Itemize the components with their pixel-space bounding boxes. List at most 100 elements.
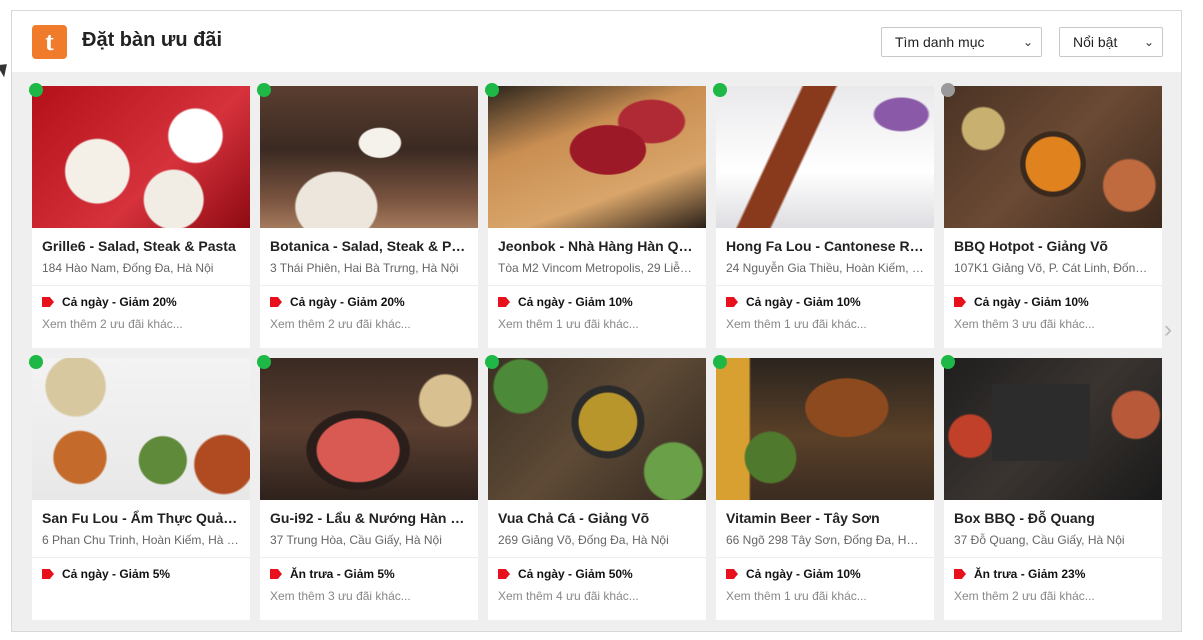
restaurant-photo[interactable] [488,86,706,228]
restaurant-card[interactable]: San Fu Lou - Ẩm Thực Quảng Đông 6 Phan C… [29,355,250,620]
restaurant-card[interactable]: Botanica - Salad, Steak & Pasta 3 Thái P… [257,83,478,348]
restaurant-name[interactable]: Hong Fa Lou - Cantonese Restaurant [726,238,924,254]
deal-row[interactable]: Cả ngày - Giảm 10% [498,295,696,309]
restaurant-name[interactable]: San Fu Lou - Ẩm Thực Quảng Đông [42,510,240,526]
tag-icon [42,297,54,307]
restaurant-name[interactable]: Box BBQ - Đỗ Quang [954,510,1152,526]
restaurant-name[interactable]: Botanica - Salad, Steak & Pasta [270,238,468,254]
restaurant-address: 269 Giảng Võ, Đống Đa, Hà Nội [498,533,669,547]
deal-row[interactable]: Cả ngày - Giảm 20% [270,295,468,309]
restaurant-photo[interactable] [32,86,250,228]
restaurant-photo[interactable] [260,86,478,228]
deal-row[interactable]: Cả ngày - Giảm 20% [42,295,240,309]
deal-row[interactable]: Cả ngày - Giảm 50% [498,567,696,581]
section-header: t Đặt bàn ưu đãi Tìm danh mục ⌄ Nổi bật … [12,11,1181,72]
tag-icon [726,297,738,307]
restaurant-photo[interactable] [32,358,250,500]
restaurant-card[interactable]: Gu-i92 - Lẩu & Nướng Hàn Quốc 37 Trung H… [257,355,478,620]
restaurant-address: 107K1 Giảng Võ, P. Cát Linh, Đống Đa [954,261,1152,275]
restaurant-card[interactable]: Vua Chả Cá - Giảng Võ 269 Giảng Võ, Đống… [485,355,706,620]
open-status-dot [485,355,499,369]
sort-select[interactable]: Nổi bật ⌄ [1059,27,1163,57]
restaurant-address: 6 Phan Chu Trinh, Hoàn Kiếm, Hà Nội [42,533,240,547]
restaurant-name[interactable]: Grille6 - Salad, Steak & Pasta [42,238,240,254]
open-status-dot [941,355,955,369]
restaurant-address: 3 Thái Phiên, Hai Bà Trưng, Hà Nội [270,261,459,275]
more-deals-link[interactable]: Xem thêm 4 ưu đãi khác... [498,589,696,603]
restaurant-card[interactable]: Box BBQ - Đỗ Quang 37 Đỗ Quang, Cầu Giấy… [941,355,1162,620]
restaurant-address: 37 Đỗ Quang, Cầu Giấy, Hà Nội [954,533,1125,547]
open-status-dot [713,355,727,369]
deal-text: Cả ngày - Giảm 10% [746,295,861,309]
open-status-dot [485,83,499,97]
sort-select-value: Nổi bật [1073,34,1118,50]
closed-status-dot [941,83,955,97]
restaurant-photo[interactable] [716,86,934,228]
restaurant-address: 184 Hào Nam, Đống Đa, Hà Nội [42,261,214,275]
tag-icon [270,297,282,307]
deal-text: Ăn trưa - Giảm 23% [974,567,1086,581]
chevron-down-icon: ⌄ [1022,35,1033,49]
more-deals-link[interactable]: Xem thêm 2 ưu đãi khác... [42,317,240,331]
section-title: Đặt bàn ưu đãi [82,29,223,51]
open-status-dot [713,83,727,97]
deal-row[interactable]: Cả ngày - Giảm 10% [954,295,1152,309]
restaurant-name[interactable]: Jeonbok - Nhà Hàng Hàn Quốc [498,238,696,254]
restaurant-address: Tòa M2 Vincom Metropolis, 29 Liễu Giai [498,261,696,275]
deal-text: Cả ngày - Giảm 10% [974,295,1089,309]
restaurant-photo[interactable] [716,358,934,500]
tag-icon [42,569,54,579]
restaurant-name[interactable]: Vua Chả Cá - Giảng Võ [498,510,696,526]
deal-text: Cả ngày - Giảm 20% [290,295,405,309]
restaurant-card[interactable]: Grille6 - Salad, Steak & Pasta 184 Hào N… [29,83,250,348]
restaurant-name[interactable]: Vitamin Beer - Tây Sơn [726,510,924,526]
tag-icon [726,569,738,579]
tag-icon [954,569,966,579]
more-deals-link[interactable]: Xem thêm 1 ưu đãi khác... [498,317,696,331]
brand-logo[interactable]: t [32,25,67,59]
deal-text: Cả ngày - Giảm 10% [518,295,633,309]
open-status-dot [257,355,271,369]
restaurant-photo[interactable] [260,358,478,500]
category-select-value: Tìm danh mục [895,34,985,50]
deal-row[interactable]: Ăn trưa - Giảm 5% [270,567,468,581]
tag-icon [270,569,282,579]
deal-row[interactable]: Ăn trưa - Giảm 23% [954,567,1152,581]
open-status-dot [29,355,43,369]
deal-text: Cả ngày - Giảm 5% [62,567,171,581]
deal-text: Cả ngày - Giảm 20% [62,295,177,309]
chevron-right-icon[interactable]: › [1164,316,1172,344]
tag-icon [498,297,510,307]
deal-text: Ăn trưa - Giảm 5% [290,567,395,581]
tag-icon [498,569,510,579]
open-status-dot [257,83,271,97]
more-deals-link[interactable]: Xem thêm 1 ưu đãi khác... [726,317,924,331]
open-status-dot [29,83,43,97]
restaurant-card[interactable]: Hong Fa Lou - Cantonese Restaurant 24 Ng… [713,83,934,348]
restaurant-card[interactable]: BBQ Hotpot - Giảng Võ 107K1 Giảng Võ, P.… [941,83,1162,348]
restaurant-card[interactable]: Vitamin Beer - Tây Sơn 66 Ngõ 298 Tây Sơ… [713,355,934,620]
more-deals-link[interactable]: Xem thêm 3 ưu đãi khác... [954,317,1152,331]
category-select[interactable]: Tìm danh mục ⌄ [881,27,1042,57]
deal-text: Cả ngày - Giảm 10% [746,567,861,581]
deal-text: Cả ngày - Giảm 50% [518,567,633,581]
chevron-down-icon: ⌄ [1143,35,1154,49]
more-deals-link[interactable]: Xem thêm 3 ưu đãi khác... [270,589,468,603]
restaurant-address: 37 Trung Hòa, Cầu Giấy, Hà Nội [270,533,442,547]
restaurant-name[interactable]: Gu-i92 - Lẩu & Nướng Hàn Quốc [270,510,468,526]
more-deals-link[interactable]: Xem thêm 1 ưu đãi khác... [726,589,924,603]
restaurant-address: 66 Ngõ 298 Tây Sơn, Đống Đa, Hà Nội [726,533,924,547]
deal-row[interactable]: Cả ngày - Giảm 10% [726,567,924,581]
restaurant-photo[interactable] [944,86,1162,228]
more-deals-link[interactable]: Xem thêm 2 ưu đãi khác... [954,589,1152,603]
restaurant-name[interactable]: BBQ Hotpot - Giảng Võ [954,238,1152,254]
tag-icon [954,297,966,307]
restaurant-card[interactable]: Jeonbok - Nhà Hàng Hàn Quốc Tòa M2 Vinco… [485,83,706,348]
deal-row[interactable]: Cả ngày - Giảm 10% [726,295,924,309]
restaurant-photo[interactable] [944,358,1162,500]
restaurant-address: 24 Nguyễn Gia Thiều, Hoàn Kiếm, Hà Nội [726,261,924,275]
promo-section: t Đặt bàn ưu đãi Tìm danh mục ⌄ Nổi bật … [11,10,1182,632]
more-deals-link[interactable]: Xem thêm 2 ưu đãi khác... [270,317,468,331]
deal-row[interactable]: Cả ngày - Giảm 5% [42,567,240,581]
restaurant-photo[interactable] [488,358,706,500]
